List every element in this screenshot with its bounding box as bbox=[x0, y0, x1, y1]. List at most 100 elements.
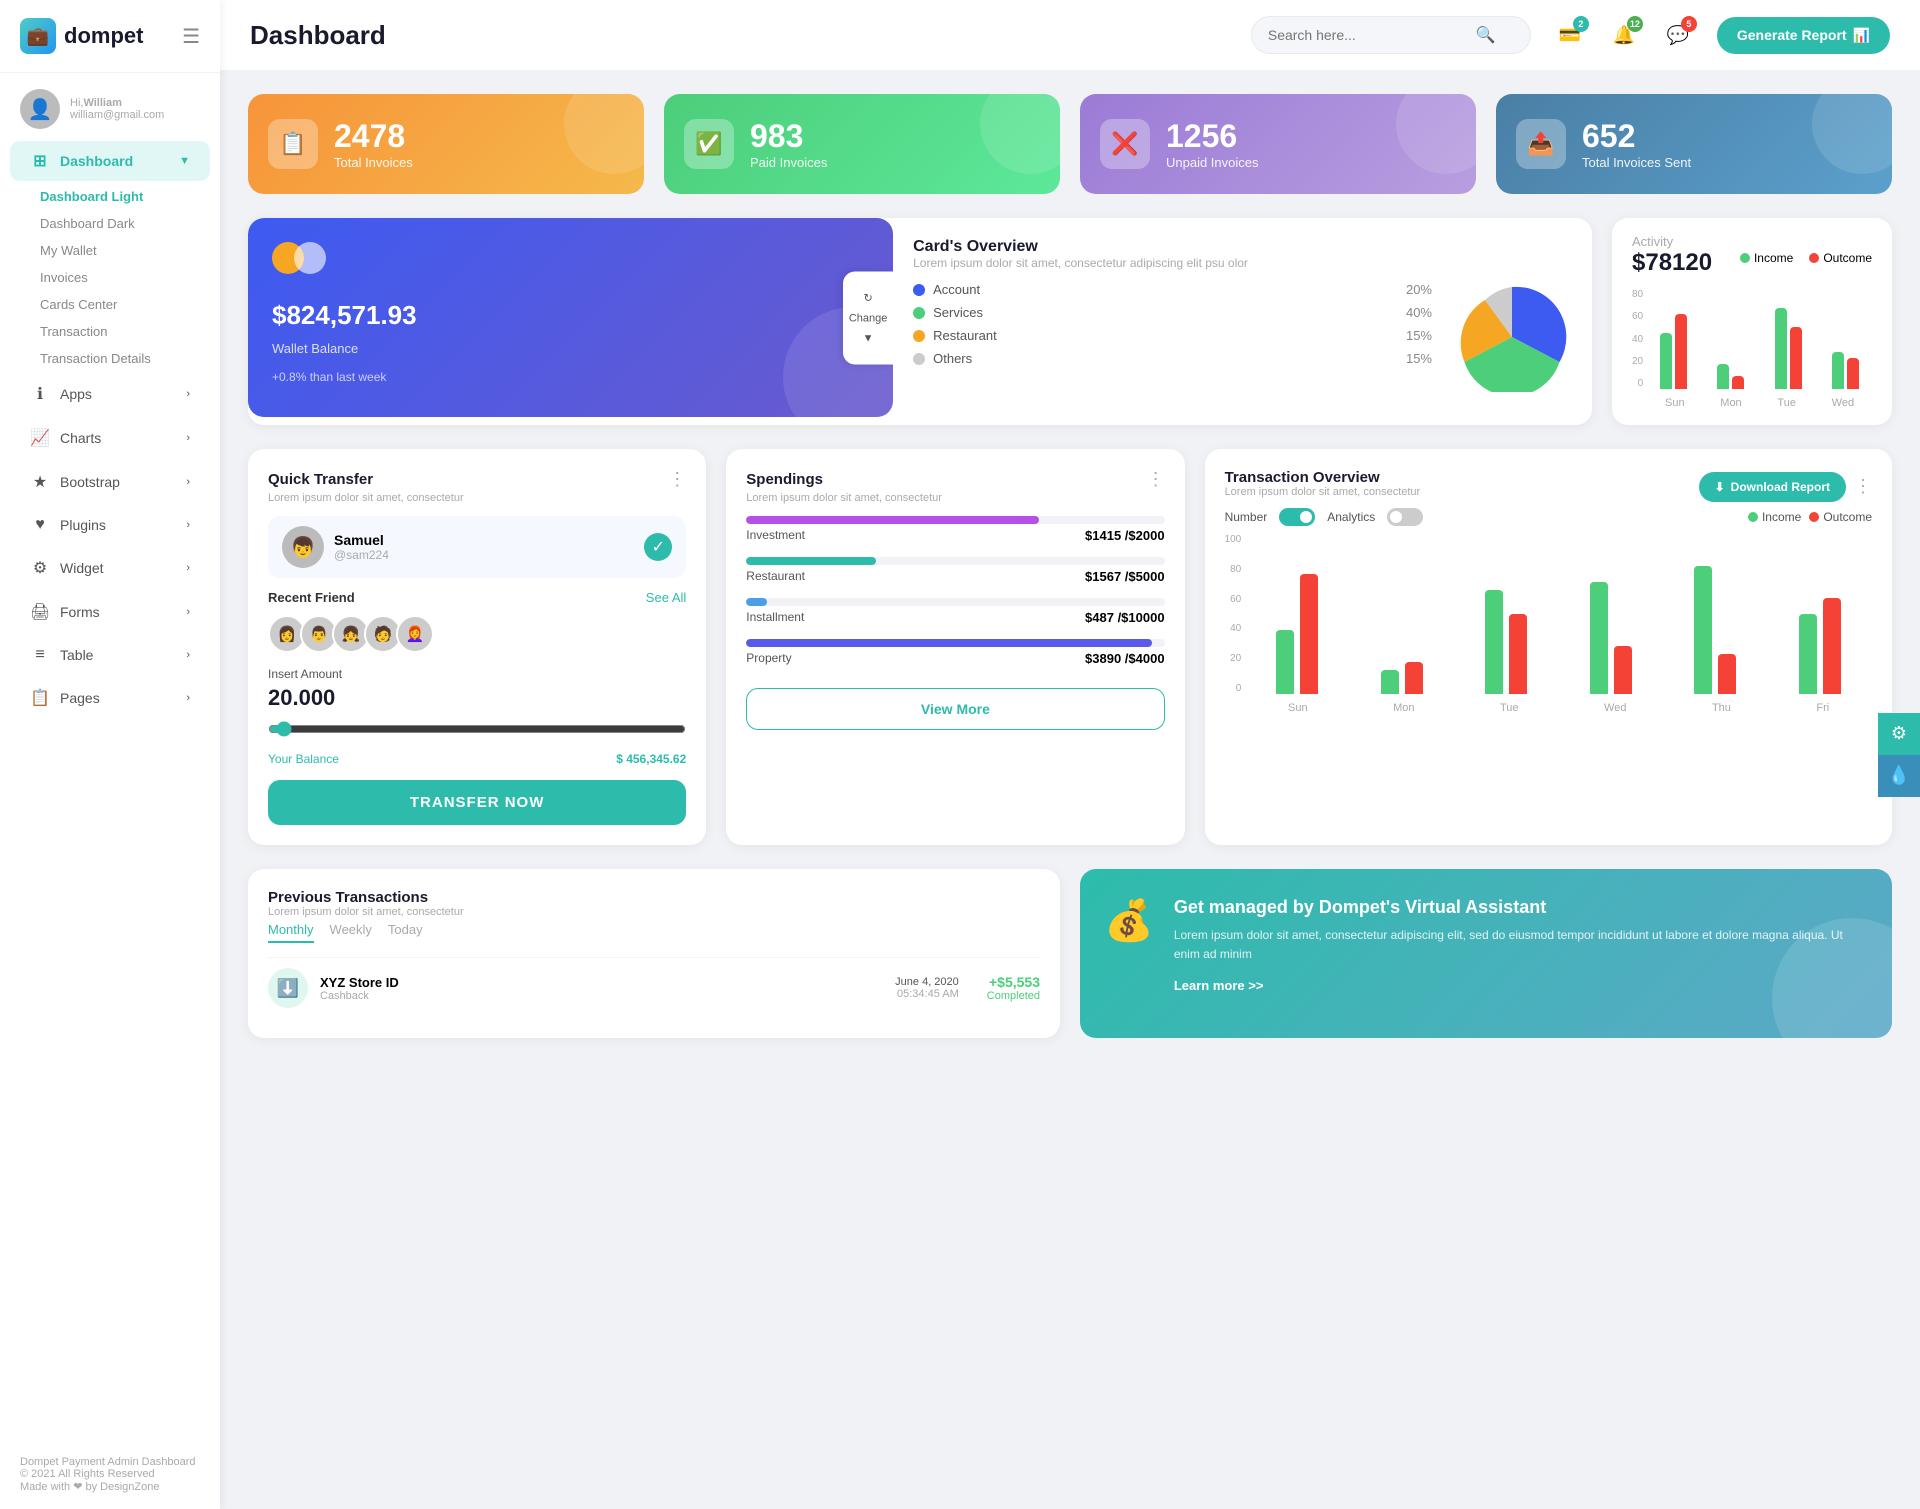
chevron-right-icon-bootstrap: › bbox=[186, 476, 190, 488]
chevron-right-icon-forms: › bbox=[186, 606, 190, 618]
outcome-label-to: Outcome bbox=[1823, 510, 1872, 524]
generate-report-button[interactable]: Generate Report 📊 bbox=[1717, 17, 1890, 54]
sidebar-item-dashboard-light[interactable]: Dashboard Light bbox=[30, 183, 220, 210]
sidebar-item-charts[interactable]: 📈 Charts › bbox=[10, 418, 210, 458]
sidebar-item-widget[interactable]: ⚙ Widget › bbox=[10, 548, 210, 588]
wallet-icon-btn[interactable]: 💳 2 bbox=[1551, 16, 1589, 54]
sidebar-item-forms[interactable]: 🖨 Forms › bbox=[10, 592, 210, 632]
bar-group-tue bbox=[1762, 308, 1815, 389]
sidebar-item-pages[interactable]: 📋 Pages › bbox=[10, 678, 210, 718]
recent-friends-label: Recent Friend bbox=[268, 590, 355, 605]
transaction-bar-chart bbox=[1245, 534, 1872, 694]
unpaid-icon: ❌ bbox=[1100, 119, 1150, 169]
sidebar-item-my-wallet[interactable]: My Wallet bbox=[30, 237, 220, 264]
transaction-overview-menu-icon[interactable]: ⋮ bbox=[1854, 476, 1872, 497]
copyright: © 2021 All Rights Reserved bbox=[20, 1468, 200, 1480]
spendings-card: Spendings ⋮ Lorem ipsum dolor sit amet, … bbox=[726, 449, 1184, 845]
virtual-assistant-card: 💰 Get managed by Dompet's Virtual Assist… bbox=[1080, 869, 1892, 1038]
big-income-bar-sun bbox=[1276, 630, 1294, 694]
sidebar-item-dashboard-dark[interactable]: Dashboard Dark bbox=[30, 210, 220, 237]
main-content: Dashboard 🔍 💳 2 🔔 12 💬 5 Generate Report… bbox=[220, 0, 1920, 1509]
sidebar-item-cards-center[interactable]: Cards Center bbox=[30, 291, 220, 318]
plugins-icon: ♥ bbox=[30, 516, 50, 534]
see-all-link[interactable]: See All bbox=[646, 590, 686, 605]
spending-property: Property $3890 /$4000 bbox=[746, 639, 1164, 666]
paid-icon: ✅ bbox=[684, 119, 734, 169]
investment-label: Investment bbox=[746, 528, 805, 543]
sidebar-item-invoices[interactable]: Invoices bbox=[30, 264, 220, 291]
stat-card-sent-invoices: 📤 652 Total Invoices Sent bbox=[1496, 94, 1892, 194]
chevron-down-wallet-icon: ▼ bbox=[863, 332, 874, 344]
income-legend-to: Income bbox=[1748, 510, 1801, 524]
wallet-trend: +0.8% than last week bbox=[272, 370, 869, 384]
sidebar-item-transaction[interactable]: Transaction bbox=[30, 318, 220, 345]
legend-account-pct: 20% bbox=[1406, 282, 1432, 297]
tab-today[interactable]: Today bbox=[388, 922, 423, 943]
legend-account-label: Account bbox=[933, 282, 980, 297]
outcome-bar-mon bbox=[1732, 376, 1744, 389]
big-outcome-bar-fri bbox=[1823, 598, 1841, 694]
refresh-icon: ↻ bbox=[864, 291, 873, 304]
big-bar-group-thu bbox=[1667, 566, 1763, 694]
va-learn-more-link[interactable]: Learn more >> bbox=[1174, 978, 1868, 993]
made-with: Made with ❤ by DesignZone bbox=[20, 1480, 200, 1493]
sidebar-item-transaction-details[interactable]: Transaction Details bbox=[30, 345, 220, 372]
unpaid-invoices-value: 1256 bbox=[1166, 118, 1259, 155]
analytics-toggle[interactable] bbox=[1387, 508, 1423, 526]
amount-slider-container bbox=[268, 721, 686, 742]
prev-transactions-title: Previous Transactions bbox=[268, 889, 464, 906]
change-button[interactable]: ↻ Change ▼ bbox=[843, 271, 893, 364]
quick-transfer-menu-icon[interactable]: ⋮ bbox=[668, 469, 686, 490]
chevron-right-icon: › bbox=[186, 388, 190, 400]
spendings-subtitle: Lorem ipsum dolor sit amet, consectetur bbox=[746, 492, 1164, 504]
app-name: dompet bbox=[64, 23, 143, 49]
income-legend: Income bbox=[1740, 251, 1793, 265]
tab-weekly[interactable]: Weekly bbox=[330, 922, 372, 943]
installment-progress bbox=[746, 598, 767, 606]
stat-card-unpaid-invoices: ❌ 1256 Unpaid Invoices bbox=[1080, 94, 1476, 194]
tab-monthly[interactable]: Monthly bbox=[268, 922, 314, 943]
friends-avatars-row: 👩 👨 👧 🧑 👩‍🦰 bbox=[268, 615, 686, 653]
download-report-button[interactable]: ⬇ Download Report bbox=[1699, 472, 1846, 502]
big-income-bar-fri bbox=[1799, 614, 1817, 694]
outcome-bar-wed bbox=[1847, 358, 1859, 389]
activity-chart-labels: Sun Mon Tue Wed bbox=[1647, 397, 1872, 409]
number-toggle[interactable] bbox=[1279, 508, 1315, 526]
download-icon: ⬇ bbox=[1715, 480, 1725, 494]
outcome-legend-to: Outcome bbox=[1809, 510, 1872, 524]
messages-badge: 5 bbox=[1681, 16, 1697, 32]
table-icon: ≡ bbox=[30, 646, 50, 664]
spendings-menu-icon[interactable]: ⋮ bbox=[1147, 469, 1165, 490]
sidebar-item-table[interactable]: ≡ Table › bbox=[10, 636, 210, 674]
transaction-type: Cashback bbox=[320, 990, 399, 1002]
sidebar: 💼 dompet ☰ 👤 Hi,William william@gmail.co… bbox=[0, 0, 220, 1509]
income-bar-tue bbox=[1775, 308, 1787, 389]
side-water-button[interactable]: 💧 bbox=[1878, 755, 1920, 797]
amount-slider[interactable] bbox=[268, 721, 686, 737]
settings-icon: ⚙ bbox=[1891, 723, 1907, 744]
side-settings-button[interactable]: ⚙ bbox=[1878, 713, 1920, 755]
spendings-title: Spendings bbox=[746, 471, 823, 488]
sidebar-item-plugins[interactable]: ♥ Plugins › bbox=[10, 506, 210, 544]
search-input[interactable] bbox=[1268, 27, 1468, 43]
logo-emoji: 💼 bbox=[27, 26, 49, 47]
legend-restaurant-label: Restaurant bbox=[933, 328, 997, 343]
view-more-button[interactable]: View More bbox=[746, 688, 1164, 730]
investment-progress bbox=[746, 516, 1039, 524]
sidebar-item-bootstrap[interactable]: ★ Bootstrap › bbox=[10, 462, 210, 502]
transfer-now-button[interactable]: TRANSFER NOW bbox=[268, 780, 686, 825]
analytics-toggle-label: Analytics bbox=[1327, 510, 1375, 524]
stat-card-paid-invoices: ✅ 983 Paid Invoices bbox=[664, 94, 1060, 194]
content-area: 📋 2478 Total Invoices ✅ 983 Paid Invoice… bbox=[220, 70, 1920, 1509]
hamburger-icon[interactable]: ☰ bbox=[182, 24, 200, 49]
notifications-icon-btn[interactable]: 🔔 12 bbox=[1605, 16, 1643, 54]
wallet-card: $824,571.93 Wallet Balance +0.8% than la… bbox=[248, 218, 893, 417]
sidebar-item-apps[interactable]: ℹ Apps › bbox=[10, 374, 210, 414]
sidebar-item-dashboard[interactable]: ⊞ Dashboard ▼ bbox=[10, 141, 210, 181]
messages-icon-btn[interactable]: 💬 5 bbox=[1659, 16, 1697, 54]
dashboard-icon: ⊞ bbox=[30, 151, 50, 171]
search-bar[interactable]: 🔍 bbox=[1251, 16, 1531, 54]
legend-services-pct: 40% bbox=[1406, 305, 1432, 320]
sidebar-footer: Dompet Payment Admin Dashboard © 2021 Al… bbox=[0, 1440, 220, 1509]
total-invoices-label: Total Invoices bbox=[334, 155, 413, 170]
